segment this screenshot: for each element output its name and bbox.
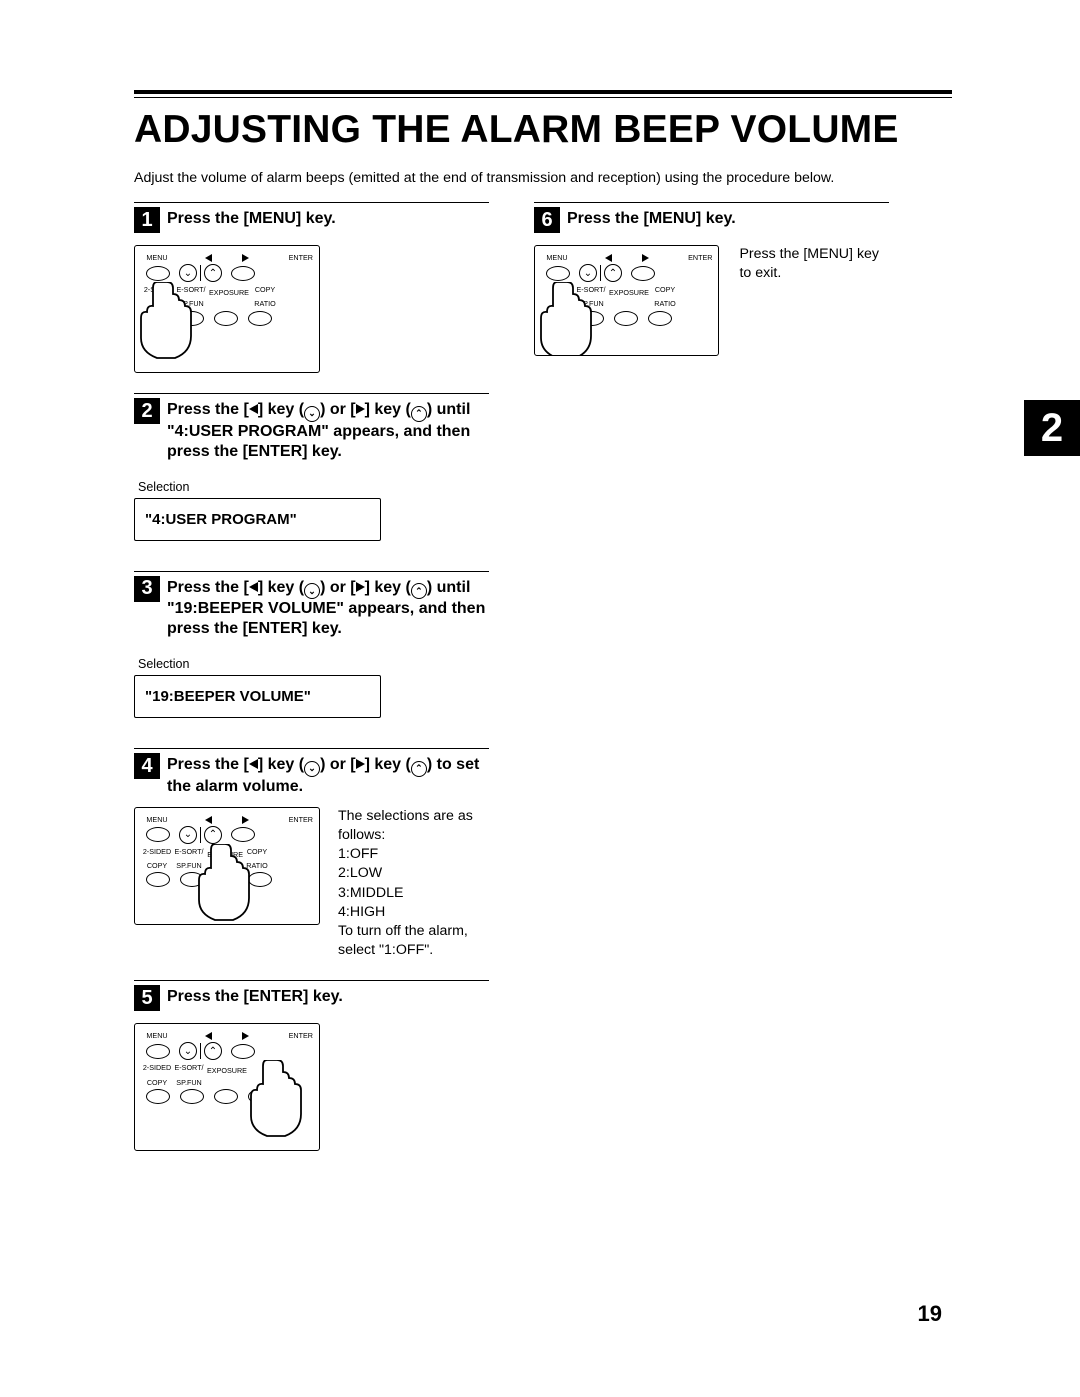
down-circle-icon: ⌄ (304, 761, 320, 777)
step-number: 3 (134, 576, 160, 602)
down-key-icon: ⌄ (179, 826, 197, 844)
step-6: 6 Press the [MENU] key. MENU ENTER (534, 202, 889, 356)
menu-button (546, 266, 570, 281)
left-triangle-icon (249, 582, 258, 592)
right-arrow-icon (242, 254, 249, 262)
step-number: 2 (134, 398, 160, 424)
left-column: 1 Press the [MENU] key. MENU ENTER (134, 202, 489, 1171)
left-triangle-icon (249, 404, 258, 414)
label-menu: MENU (141, 1032, 173, 1040)
step-number: 1 (134, 207, 160, 233)
right-column: 6 Press the [MENU] key. MENU ENTER (534, 202, 889, 1171)
step-body: The selections are as follows: 1:OFF 2:L… (338, 807, 488, 960)
left-arrow-icon (205, 816, 212, 824)
intro-text: Adjust the volume of alarm beeps (emitte… (134, 170, 952, 186)
step-title: Press the [] key (⌄) or [] key (⌃) to se… (167, 753, 489, 797)
hand-pointer-icon (537, 282, 595, 356)
control-panel-diagram: MENU ENTER ⌄ ⌃ (534, 245, 719, 356)
down-circle-icon: ⌄ (304, 583, 320, 599)
left-arrow-icon (205, 1032, 212, 1040)
right-triangle-icon (356, 759, 365, 769)
up-circle-icon: ⌃ (411, 406, 427, 422)
step-2: 2 Press the [] key (⌄) or [] key (⌃) unt… (134, 393, 489, 541)
header-rule (134, 90, 952, 98)
panel-button (214, 311, 238, 326)
selection-label: Selection (138, 480, 489, 494)
step-3: 3 Press the [] key (⌄) or [] key (⌃) unt… (134, 571, 489, 719)
label-menu: MENU (141, 254, 173, 262)
step-1: 1 Press the [MENU] key. MENU ENTER (134, 202, 489, 373)
step-4: 4 Press the [] key (⌄) or [] key (⌃) to … (134, 748, 489, 960)
lcd-display: "19:BEEPER VOLUME" (134, 675, 381, 718)
panel-button (248, 311, 272, 326)
right-arrow-icon (642, 254, 649, 262)
panel-button (214, 1089, 238, 1104)
panel-button (614, 311, 638, 326)
selection-label: Selection (138, 657, 489, 671)
label-enter: ENTER (281, 254, 313, 262)
label-enter: ENTER (281, 1032, 313, 1040)
hand-pointer-icon (137, 282, 195, 362)
panel-button (648, 311, 672, 326)
page-title: ADJUSTING THE ALARM BEEP VOLUME (134, 108, 952, 152)
down-key-icon: ⌄ (179, 1042, 197, 1060)
enter-button (231, 1044, 255, 1059)
hand-pointer-icon (247, 1060, 305, 1140)
control-panel-diagram: MENU ENTER ⌄ ⌃ (134, 807, 320, 925)
panel-button (146, 872, 170, 887)
control-panel-diagram: MENU ENTER ⌄ ⌃ (134, 1023, 320, 1151)
step-number: 4 (134, 753, 160, 779)
down-circle-icon: ⌄ (304, 406, 320, 422)
panel-button (180, 1089, 204, 1104)
lcd-display: "4:USER PROGRAM" (134, 498, 381, 541)
right-triangle-icon (356, 404, 365, 414)
page-number: 19 (918, 1301, 942, 1327)
enter-button (231, 827, 255, 842)
step-number: 6 (534, 207, 560, 233)
down-key-icon: ⌄ (579, 264, 597, 282)
step-title: Press the [MENU] key. (167, 207, 336, 229)
up-key-icon: ⌃ (604, 264, 622, 282)
up-key-icon: ⌃ (204, 264, 222, 282)
left-arrow-icon (605, 254, 612, 262)
label-menu: MENU (141, 816, 173, 824)
right-arrow-icon (242, 816, 249, 824)
right-triangle-icon (356, 582, 365, 592)
up-key-icon: ⌃ (204, 1042, 222, 1060)
down-key-icon: ⌄ (179, 264, 197, 282)
menu-button (146, 1044, 170, 1059)
step-title: Press the [] key (⌄) or [] key (⌃) until… (167, 576, 489, 640)
up-circle-icon: ⌃ (411, 583, 427, 599)
right-arrow-icon (242, 1032, 249, 1040)
control-panel-diagram: MENU ENTER ⌄ ⌃ (134, 245, 320, 373)
step-5: 5 Press the [ENTER] key. MENU ENTER (134, 980, 489, 1151)
section-tab: 2 (1024, 400, 1080, 456)
panel-button (146, 1089, 170, 1104)
step-number: 5 (134, 985, 160, 1011)
enter-button (231, 266, 255, 281)
up-key-icon: ⌃ (204, 826, 222, 844)
left-arrow-icon (205, 254, 212, 262)
label-menu: MENU (541, 254, 573, 262)
left-triangle-icon (249, 759, 258, 769)
label-enter: ENTER (281, 816, 313, 824)
step-title: Press the [MENU] key. (567, 207, 736, 229)
menu-button (146, 266, 170, 281)
menu-button (146, 827, 170, 842)
up-circle-icon: ⌃ (411, 761, 427, 777)
step-title: Press the [ENTER] key. (167, 985, 343, 1007)
hand-pointer-icon (195, 844, 253, 924)
step-body: Press the [MENU] key to exit. (739, 245, 889, 283)
enter-button (631, 266, 655, 281)
label-enter: ENTER (680, 254, 712, 262)
step-title: Press the [] key (⌄) or [] key (⌃) until… (167, 398, 489, 462)
